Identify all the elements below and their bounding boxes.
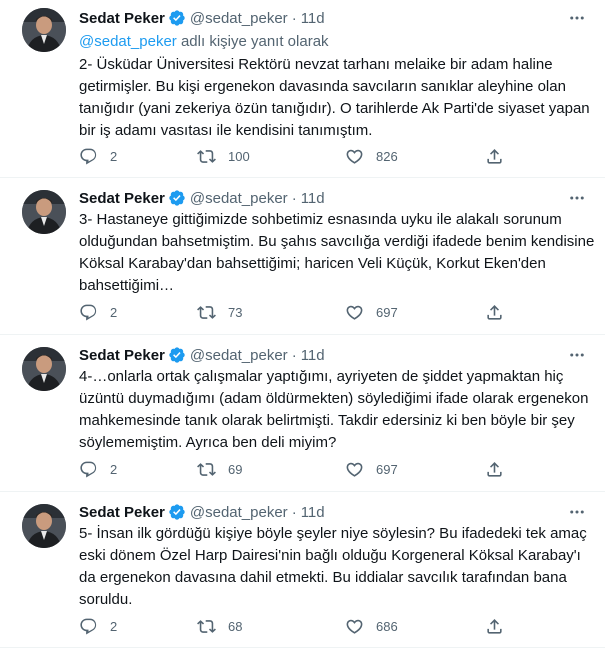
reply-count: 2 [110,304,118,320]
tweet-header: Sedat Peker @sedat_peker · 11d [79,8,325,28]
retweet-button[interactable]: 68 [197,615,242,637]
replying-to: @sedat_peker adlı kişiye yanıt olarak [79,33,329,50]
tweet[interactable]: Sedat Peker @sedat_peker · 11d @sedat_pe… [0,0,605,178]
timestamp[interactable]: 11d [301,504,325,521]
share-button[interactable] [485,301,504,323]
reply-icon [80,304,97,320]
tweet-actions: 2 69 697 [79,458,519,480]
reply-icon [80,461,97,477]
replying-to-handle[interactable]: @sedat_peker [79,33,177,50]
heart-icon [346,462,363,477]
share-icon [487,304,502,320]
like-button[interactable]: 697 [345,458,398,480]
like-button[interactable]: 697 [345,301,398,323]
timestamp[interactable]: 11d [301,347,325,364]
retweet-count: 68 [228,618,243,634]
retweet-icon [197,305,216,319]
timestamp[interactable]: 11d [301,190,325,207]
tweet[interactable]: Sedat Peker @sedat_peker · 11d 5- İnsan … [0,492,605,648]
retweet-icon [197,149,216,163]
separator-dot: · [291,9,297,27]
like-count: 697 [376,461,398,477]
author-name[interactable]: Sedat Peker [79,347,165,364]
reply-count: 2 [110,148,118,164]
more-horizontal-icon[interactable] [567,345,587,365]
retweet-button[interactable]: 69 [197,458,242,480]
verified-badge-icon [169,190,185,206]
tweet-actions: 2 100 826 [79,145,519,167]
like-count: 686 [376,618,398,634]
reply-button[interactable]: 2 [79,615,117,637]
separator-dot: · [291,189,297,207]
reply-icon [80,618,97,634]
tweet-header: Sedat Peker @sedat_peker · 11d [79,502,325,522]
verified-badge-icon [169,10,185,26]
heart-icon [346,149,363,164]
tweet-actions: 2 73 697 [79,301,519,323]
tweet-header: Sedat Peker @sedat_peker · 11d [79,345,325,365]
tweet-text: 2- Üsküdar Üniversitesi Rektörü nevzat t… [79,56,590,139]
retweet-count: 69 [228,461,243,477]
author-name[interactable]: Sedat Peker [79,504,165,521]
tweet-thread: Sedat Peker @sedat_peker · 11d @sedat_pe… [0,0,605,648]
separator-dot: · [291,503,297,521]
share-icon [487,618,502,634]
share-icon [487,148,502,164]
author-name[interactable]: Sedat Peker [79,190,165,207]
reply-icon [80,148,97,164]
author-handle[interactable]: @sedat_peker [190,347,288,364]
heart-icon [346,305,363,320]
author-handle[interactable]: @sedat_peker [190,190,288,207]
share-icon [487,461,502,477]
reply-count: 2 [110,618,118,634]
separator-dot: · [291,346,297,364]
retweet-button[interactable]: 100 [197,145,250,167]
reply-button[interactable]: 2 [79,301,117,323]
avatar[interactable] [22,8,66,52]
tweet[interactable]: Sedat Peker @sedat_peker · 11d 3- Hastan… [0,178,605,335]
tweet-text: 5- İnsan ilk gördüğü kişiye böyle şeyler… [79,525,587,608]
more-horizontal-icon[interactable] [567,8,587,28]
more-horizontal-icon[interactable] [567,188,587,208]
tweet-text: 3- Hastaneye gittiğimizde sohbetimiz esn… [79,211,595,294]
avatar[interactable] [22,190,66,234]
heart-icon [346,619,363,634]
share-button[interactable] [485,145,504,167]
retweet-count: 73 [228,304,243,320]
like-button[interactable]: 686 [345,615,398,637]
retweet-icon [197,462,216,476]
more-horizontal-icon[interactable] [567,502,587,522]
tweet[interactable]: Sedat Peker @sedat_peker · 11d 4-…onlarl… [0,335,605,492]
verified-badge-icon [169,347,185,363]
tweet-header: Sedat Peker @sedat_peker · 11d [79,188,325,208]
timestamp[interactable]: 11d [301,10,325,27]
reply-count: 2 [110,461,118,477]
share-button[interactable] [485,458,504,480]
replying-to-label: adlı kişiye yanıt olarak [176,33,329,50]
like-count: 826 [376,148,398,164]
avatar[interactable] [22,504,66,548]
author-handle[interactable]: @sedat_peker [190,504,288,521]
tweet-text: 4-…onlarla ortak çalışmalar yaptığımı, a… [79,368,589,451]
reply-button[interactable]: 2 [79,145,117,167]
retweet-count: 100 [228,148,250,164]
share-button[interactable] [485,615,504,637]
retweet-icon [197,619,216,633]
verified-badge-icon [169,504,185,520]
retweet-button[interactable]: 73 [197,301,242,323]
author-handle[interactable]: @sedat_peker [190,10,288,27]
reply-button[interactable]: 2 [79,458,117,480]
avatar[interactable] [22,347,66,391]
tweet-actions: 2 68 686 [79,615,519,637]
like-button[interactable]: 826 [345,145,398,167]
author-name[interactable]: Sedat Peker [79,10,165,27]
like-count: 697 [376,304,398,320]
